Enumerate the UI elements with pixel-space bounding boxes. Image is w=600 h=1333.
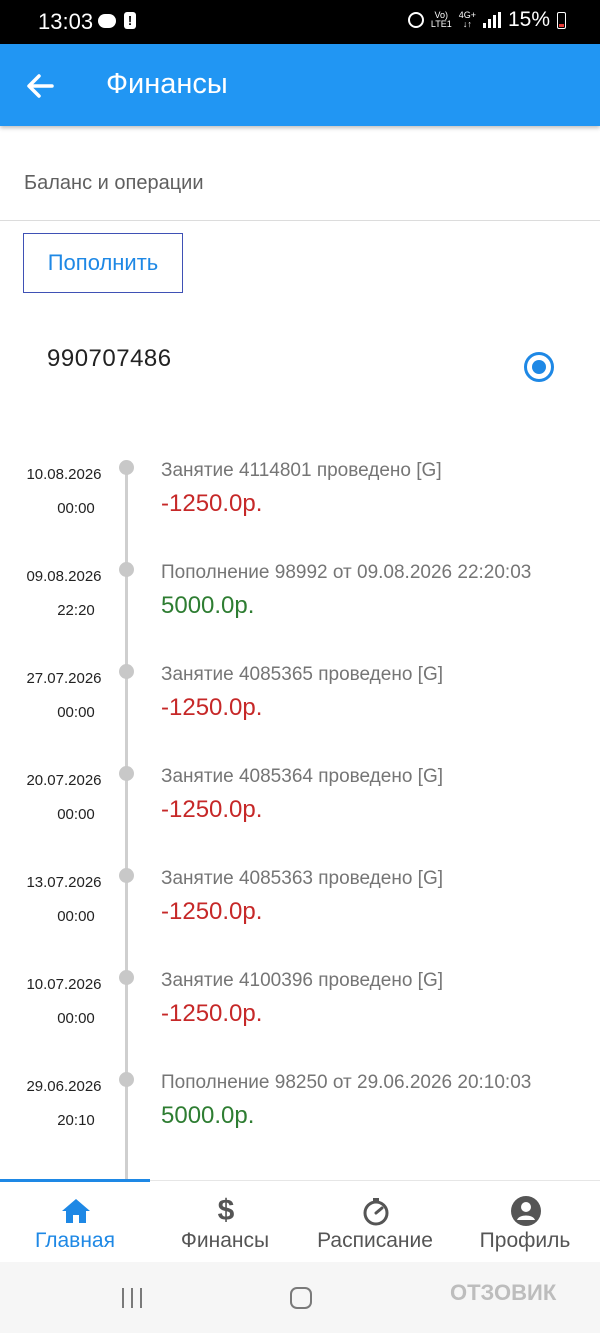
transaction-item: 09.08.2026 22:20 Пополнение 98992 от 09.08… <box>0 562 600 670</box>
back-button[interactable] <box>22 68 58 104</box>
topup-button[interactable]: Пополнить <box>23 233 183 293</box>
nav-item-profile[interactable]: Профиль <box>450 1181 600 1263</box>
status-time: 13:03 <box>38 9 94 34</box>
transaction-time: 00:00 <box>57 704 95 721</box>
timeline-dot <box>119 562 134 577</box>
signal-icon <box>482 12 501 28</box>
transaction-amount: -1250.0р. <box>161 796 263 823</box>
status-bar: 13:03 ! Vo) LTE1 4G+ ↓↑ 15% <box>0 0 600 44</box>
net-type-indicator: 4G+ ↓↑ <box>458 10 476 29</box>
watermark: ОТЗОВИК <box>450 1280 557 1305</box>
transaction-time: 20:10 <box>57 1112 95 1129</box>
account-radio[interactable] <box>524 352 554 382</box>
timeline-dot <box>119 1072 134 1087</box>
stopwatch-icon <box>363 1198 389 1226</box>
nav-item-home[interactable]: Главная <box>0 1181 150 1263</box>
transaction-description: Пополнение 98992 от 09.08.2026 22:20:03 <box>161 562 532 583</box>
bottom-nav: Главная $ Финансы Расписание Профиль <box>0 1179 600 1263</box>
transaction-time: 00:00 <box>57 806 95 823</box>
nav-label-finance: Финансы <box>180 1229 270 1252</box>
battery-icon <box>557 11 566 29</box>
transaction-item: 20.07.2026 00:00 Занятие 4085364 проведено… <box>0 766 600 874</box>
chat-icon <box>98 13 116 28</box>
alert-icon: ! <box>124 12 136 29</box>
transaction-item: 10.08.2026 00:00 Занятие 4114801 проведено… <box>0 460 600 568</box>
nav-label-home: Главная <box>35 1229 115 1252</box>
section-title: Баланс и операции <box>24 172 204 194</box>
transaction-description: Пополнение 98250 от 29.06.2026 20:10:03 <box>161 1072 532 1093</box>
system-nav-bar: ОТЗОВИК <box>0 1262 600 1333</box>
transaction-date: 27.07.2026 <box>26 670 102 687</box>
timeline-dot <box>119 868 134 883</box>
nav-label-schedule: Расписание <box>317 1229 433 1252</box>
nav-item-finance[interactable]: $ Финансы <box>150 1181 300 1263</box>
timeline-dot <box>119 460 134 475</box>
transaction-description: Занятие 4085365 проведено [G] <box>161 664 444 685</box>
battery-percent: 15% <box>507 8 550 31</box>
transaction-time: 00:00 <box>57 908 95 925</box>
timeline-dot <box>119 766 134 781</box>
transaction-amount: 5000.0р. <box>161 592 255 619</box>
transaction-item: 13.07.2026 00:00 Занятие 4085363 проведено… <box>0 868 600 976</box>
notification-icons: ! <box>98 12 136 29</box>
arrow-left-icon <box>27 74 54 98</box>
transaction-date: 29.06.2026 <box>26 1078 102 1095</box>
status-right: Vo) LTE1 4G+ ↓↑ 15% <box>407 8 566 32</box>
transaction-date: 13.07.2026 <box>26 874 102 891</box>
recent-apps-button[interactable] <box>122 1288 142 1308</box>
alarm-icon <box>407 12 424 28</box>
transaction-date: 10.07.2026 <box>26 976 102 993</box>
home-button[interactable] <box>290 1287 312 1309</box>
divider <box>0 220 600 221</box>
transaction-amount: 5000.0р. <box>161 1102 255 1129</box>
transaction-amount: -1250.0р. <box>161 694 263 721</box>
transaction-date: 10.08.2026 <box>26 466 102 483</box>
user-icon <box>511 1196 541 1226</box>
transaction-item: 29.06.2026 20:10 Пополнение 98250 от 29.06… <box>0 1072 600 1180</box>
home-icon <box>62 1199 90 1223</box>
transaction-description: Занятие 4085363 проведено [G] <box>161 868 444 889</box>
transaction-time: 00:00 <box>57 1010 95 1027</box>
transaction-description: Занятие 4100396 проведено [G] <box>161 970 444 991</box>
transaction-time: 22:20 <box>57 602 95 619</box>
transaction-amount: -1250.0р. <box>161 898 263 925</box>
transaction-time: 00:00 <box>57 500 95 517</box>
account-number: 990707486 <box>47 345 172 372</box>
transaction-description: Занятие 4085364 проведено [G] <box>161 766 444 787</box>
transaction-amount: -1250.0р. <box>161 490 263 517</box>
transaction-item: 10.07.2026 00:00 Занятие 4100396 проведено… <box>0 970 600 1078</box>
nav-label-profile: Профиль <box>479 1229 571 1252</box>
nav-item-schedule[interactable]: Расписание <box>300 1181 450 1263</box>
lte-label: LTE1 <box>430 19 452 29</box>
page-title: Финансы <box>106 68 228 100</box>
timeline-dot <box>119 970 134 985</box>
transaction-date: 20.07.2026 <box>26 772 102 789</box>
transaction-item: 27.07.2026 00:00 Занятие 4085365 проведено… <box>0 664 600 772</box>
dollar-icon: $ <box>217 1194 235 1227</box>
timeline-dot <box>119 664 134 679</box>
transaction-description: Занятие 4114801 проведено [G] <box>161 460 442 481</box>
transaction-amount: -1250.0р. <box>161 1000 263 1027</box>
app-bar: Финансы <box>0 44 600 126</box>
transaction-date: 09.08.2026 <box>26 568 102 585</box>
volte-indicator: Vo) LTE1 <box>431 11 452 29</box>
